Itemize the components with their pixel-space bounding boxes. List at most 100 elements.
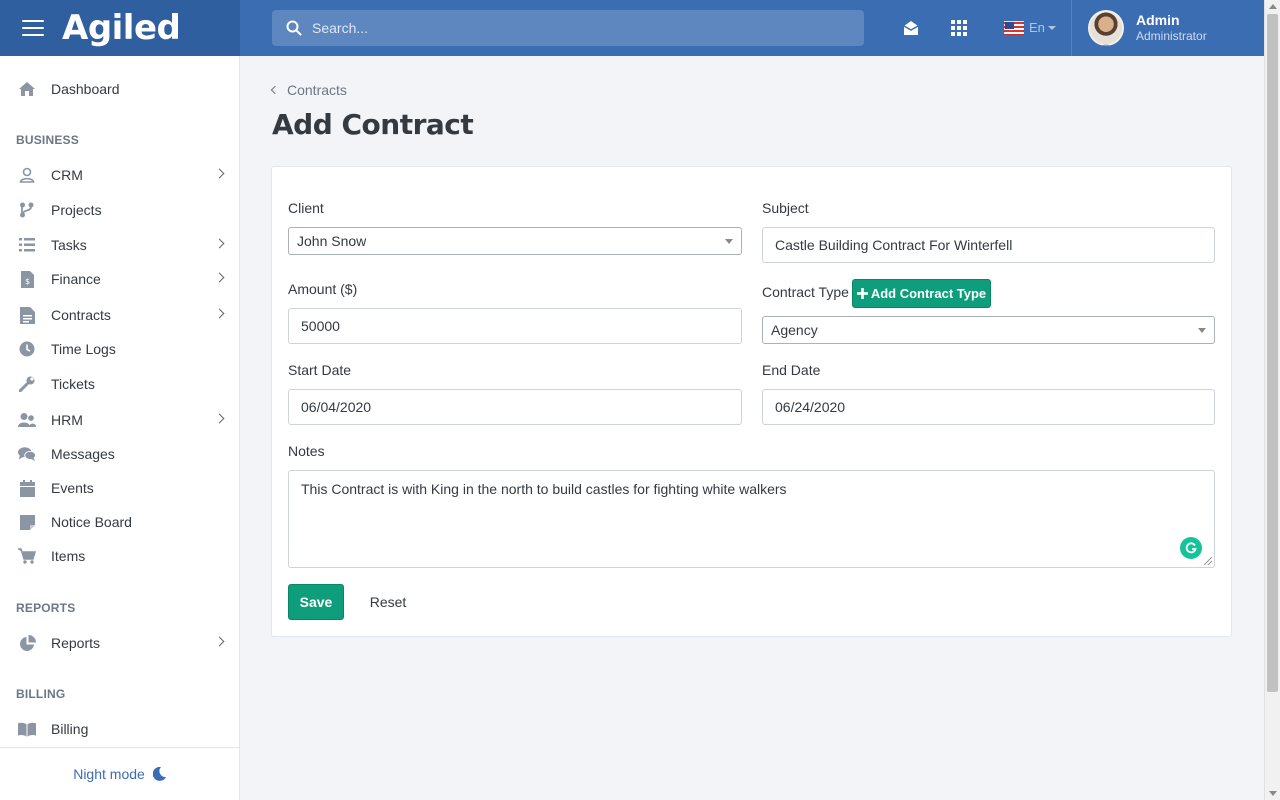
- sidebar-item-label: Notice Board: [51, 514, 132, 530]
- end-date-field[interactable]: [762, 389, 1215, 425]
- section-reports: REPORTS: [16, 601, 76, 615]
- subject-input[interactable]: [775, 237, 1214, 253]
- caret-down-icon: [1047, 25, 1056, 30]
- cart-icon: [18, 547, 36, 565]
- users-icon: [18, 411, 36, 429]
- pie-chart-icon: [18, 634, 36, 652]
- night-mode-toggle[interactable]: Night mode: [0, 747, 239, 800]
- us-flag-icon: [1004, 20, 1024, 35]
- grammarly-icon[interactable]: [1180, 537, 1202, 559]
- sidebar-item-reports[interactable]: Reports: [0, 626, 239, 660]
- amount-input[interactable]: [301, 318, 741, 334]
- moon-icon: [152, 767, 166, 781]
- hamburger-menu-icon[interactable]: [22, 20, 44, 36]
- reset-label: Reset: [369, 594, 407, 610]
- user-role: Administrator: [1136, 29, 1207, 43]
- client-select-value: John Snow: [297, 233, 367, 249]
- plus-icon: [856, 288, 868, 299]
- user-name: Admin: [1136, 12, 1180, 28]
- sidebar-item-items[interactable]: Items: [0, 539, 239, 573]
- sidebar-item-tasks[interactable]: Tasks: [0, 228, 239, 262]
- sidebar-item-billing[interactable]: Billing: [0, 712, 239, 746]
- sidebar-item-label: Tasks: [51, 237, 87, 253]
- sidebar-item-label: HRM: [51, 412, 83, 428]
- section-business: BUSINESS: [16, 133, 79, 147]
- add-contract-type-button[interactable]: Add Contract Type: [852, 279, 991, 308]
- start-date-input[interactable]: [301, 399, 741, 415]
- sidebar-item-tickets[interactable]: Tickets: [0, 367, 239, 401]
- add-contract-type-label: Add Contract Type: [870, 286, 987, 301]
- sidebar-item-finance[interactable]: $ Finance: [0, 262, 239, 296]
- subject-label: Subject: [762, 200, 809, 216]
- sidebar-item-time-logs[interactable]: Time Logs: [0, 332, 239, 366]
- client-select[interactable]: John Snow: [288, 227, 742, 255]
- resize-handle[interactable]: [1204, 557, 1212, 565]
- end-date-label: End Date: [762, 362, 821, 378]
- end-date-input[interactable]: [775, 399, 1214, 415]
- chevron-right-icon: [214, 238, 225, 249]
- sidebar-item-label: Dashboard: [51, 81, 120, 97]
- sidebar-item-crm[interactable]: CRM: [0, 158, 239, 192]
- invoice-icon: $: [18, 270, 36, 288]
- sidebar-item-label: CRM: [51, 167, 83, 183]
- save-button[interactable]: Save: [288, 584, 344, 620]
- user-icon: [18, 166, 36, 184]
- brand-area: Agiled: [0, 0, 240, 56]
- reset-button[interactable]: Reset: [356, 584, 420, 620]
- search-box[interactable]: [272, 10, 864, 46]
- sidebar-item-label: Messages: [51, 446, 115, 462]
- caret-down-icon: [725, 239, 733, 244]
- list-icon: [18, 236, 36, 254]
- chevron-right-icon: [214, 636, 225, 647]
- search-icon: [286, 20, 302, 36]
- sidebar-item-label: Time Logs: [51, 341, 116, 357]
- search-input[interactable]: [312, 20, 832, 36]
- sidebar-item-messages[interactable]: Messages: [0, 437, 239, 471]
- scroll-thumb[interactable]: [1267, 14, 1278, 692]
- apps-grid-icon[interactable]: [949, 18, 969, 38]
- projects-icon: [18, 201, 36, 219]
- chevron-right-icon: [214, 168, 225, 179]
- sticky-note-icon: [18, 513, 36, 531]
- page-title: Add Contract: [272, 108, 474, 141]
- contract-icon: [18, 306, 36, 324]
- sidebar-item-label: Billing: [51, 721, 89, 737]
- chat-icon: [18, 445, 36, 463]
- notes-textarea[interactable]: This Contract is with King in the north …: [288, 470, 1215, 568]
- save-label: Save: [299, 594, 333, 610]
- sidebar-item-hrm[interactable]: HRM: [0, 403, 239, 437]
- start-date-label: Start Date: [288, 362, 352, 378]
- client-label: Client: [288, 200, 324, 216]
- contract-type-select[interactable]: Agency: [762, 316, 1215, 344]
- notes-label: Notes: [288, 443, 325, 459]
- start-date-field[interactable]: [288, 389, 742, 425]
- sidebar: Dashboard BUSINESS CRM Projects Tasks $ …: [0, 56, 240, 800]
- inbox-icon[interactable]: [901, 18, 921, 38]
- contract-type-label: Contract Type: [762, 284, 849, 300]
- sidebar-item-dashboard[interactable]: Dashboard: [0, 72, 239, 106]
- sidebar-item-label: Contracts: [51, 307, 111, 323]
- night-mode-label: Night mode: [73, 766, 145, 782]
- user-menu[interactable]: Admin Administrator: [1071, 0, 1264, 56]
- breadcrumb[interactable]: Contracts: [270, 82, 347, 98]
- book-icon: [18, 720, 36, 738]
- page-scrollbar[interactable]: [1264, 0, 1280, 800]
- notes-text: This Contract is with King in the north …: [301, 481, 787, 497]
- scroll-up-icon[interactable]: [1269, 4, 1277, 9]
- subject-field[interactable]: [762, 227, 1215, 263]
- language-selector[interactable]: En: [1004, 20, 1056, 35]
- svg-text:$: $: [25, 277, 30, 286]
- app-logo[interactable]: Agiled: [62, 8, 181, 48]
- sidebar-item-contracts[interactable]: Contracts: [0, 298, 239, 332]
- amount-field[interactable]: [288, 308, 742, 344]
- breadcrumb-contracts[interactable]: Contracts: [287, 82, 347, 98]
- sidebar-item-notice-board[interactable]: Notice Board: [0, 505, 239, 539]
- sidebar-item-label: Projects: [51, 202, 102, 218]
- home-icon: [18, 80, 36, 98]
- avatar: [1088, 10, 1124, 46]
- sidebar-item-projects[interactable]: Projects: [0, 193, 239, 227]
- sidebar-item-events[interactable]: Events: [0, 471, 239, 505]
- scroll-down-icon[interactable]: [1269, 791, 1277, 796]
- amount-label: Amount ($): [288, 281, 358, 297]
- sidebar-item-label: Events: [51, 480, 94, 496]
